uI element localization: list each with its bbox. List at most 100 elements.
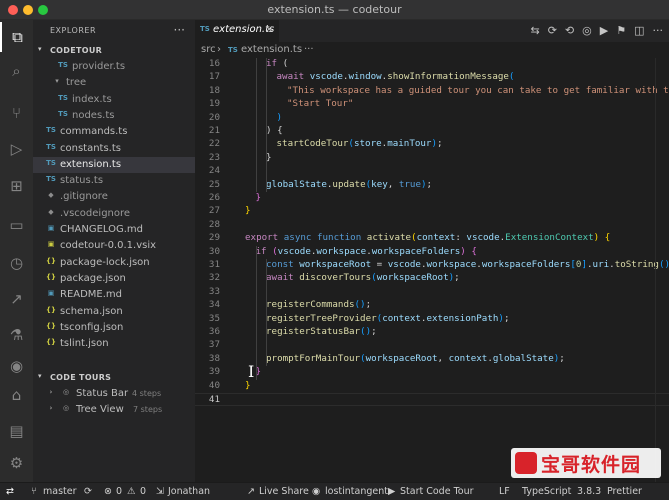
breadcrumb-folder[interactable]: src: [201, 44, 216, 55]
source-control-icon[interactable]: ⑂: [0, 98, 33, 128]
code-token: store: [353, 138, 382, 150]
workspace-section-header[interactable]: ▾ CODETOUR: [33, 43, 195, 59]
file-type-icon: TS: [58, 109, 68, 118]
code-text: }: [245, 380, 251, 391]
test-icon[interactable]: ⚗: [0, 320, 33, 350]
editor-action-icon[interactable]: ⇆: [530, 24, 539, 37]
code-token: window: [348, 71, 382, 83]
chevron-right-icon: ›: [49, 388, 53, 396]
code-token: mainTour: [387, 138, 432, 150]
code-line: 40}: [195, 380, 669, 393]
code-token: ExtensionContext: [505, 232, 594, 244]
code-token: vscode: [309, 71, 343, 83]
file-tree-item[interactable]: TS provider.ts: [33, 59, 195, 75]
file-tree-item[interactable]: TS status.ts: [33, 173, 195, 189]
tab-extension-ts[interactable]: TS extension.ts ×: [195, 20, 279, 42]
timeline-icon[interactable]: ◷: [0, 248, 33, 278]
notes-icon[interactable]: ▤: [0, 416, 33, 446]
github-icon[interactable]: ◉: [0, 351, 33, 381]
run-debug-icon[interactable]: ▷: [0, 134, 33, 164]
file-tree-item-label: README.md: [60, 289, 123, 301]
file-tree-item[interactable]: TS nodes.ts: [33, 108, 195, 124]
file-tree-item[interactable]: {} tsconfig.json: [33, 320, 195, 336]
code-token: promptForMainTour: [266, 352, 361, 364]
remote-icon[interactable]: ⇄: [6, 486, 14, 497]
typescript-version[interactable]: 3.8.3: [577, 486, 601, 497]
file-tree-item[interactable]: ▣ README.md: [33, 287, 195, 303]
editor-action-icon[interactable]: ▶: [600, 24, 608, 37]
author-name[interactable]: Jonathan: [168, 486, 210, 497]
remote-explorer-icon[interactable]: ▭: [0, 210, 33, 240]
code-token: vscode: [277, 245, 311, 257]
editor-action-icon[interactable]: ⚑: [616, 24, 626, 37]
errors-count[interactable]: 0: [116, 486, 122, 497]
file-tree-item[interactable]: TS commands.ts: [33, 124, 195, 140]
code-token: key: [371, 178, 388, 190]
line-number: 41: [208, 394, 220, 405]
code-token: }: [245, 205, 251, 217]
errors-icon: ⊗: [104, 486, 112, 497]
file-tree-item[interactable]: ▣ CHANGELOG.md: [33, 222, 195, 238]
code-line: 41: [195, 393, 669, 407]
code-text: export async function activate(context: …: [245, 232, 610, 243]
editor-action-icon[interactable]: ···: [653, 24, 664, 37]
codetour-icon[interactable]: ⌂: [0, 380, 33, 410]
breadcrumb-more[interactable]: ···: [304, 44, 314, 55]
breadcrumb-file[interactable]: extension.ts: [241, 44, 302, 55]
file-tree-item[interactable]: ▣ codetour-0.0.1.vsix: [33, 238, 195, 254]
editor-action-icon[interactable]: ◫: [634, 24, 644, 37]
extensions-icon[interactable]: ⊞: [0, 171, 33, 201]
live-share-icon[interactable]: ↗: [0, 284, 33, 314]
code-tour-item[interactable]: › ◎ Status Bar 4 steps: [33, 386, 195, 402]
editor-action-icon[interactable]: ◎: [582, 24, 592, 37]
overview-ruler-scrollbar[interactable]: [655, 58, 669, 482]
code-tour-item[interactable]: › ◎ Tree View 7 steps: [33, 402, 195, 418]
code-token: export: [245, 232, 279, 244]
search-icon[interactable]: ⌕: [0, 56, 33, 86]
accounts-icon[interactable]: ⚙: [0, 448, 33, 478]
sync-icon[interactable]: ⟳: [84, 486, 92, 497]
code-line: 39}: [195, 366, 669, 379]
warnings-count[interactable]: 0: [140, 486, 146, 497]
file-tree-item-label: .gitignore: [60, 191, 108, 203]
editor-action-icon[interactable]: ⟲: [565, 24, 574, 37]
file-tree-item[interactable]: {} package.json: [33, 271, 195, 287]
code-token: uri: [592, 259, 610, 270]
code-text: registerTreeProvider(context.extensionPa…: [266, 313, 509, 324]
indent-guide: [266, 58, 267, 192]
file-tree-item[interactable]: {} package-lock.json: [33, 255, 195, 271]
file-tree-item[interactable]: {} tslint.json: [33, 336, 195, 352]
code-editor[interactable]: 16 if (17 await vscode.window.showInformat…: [195, 58, 669, 482]
file-tree-item[interactable]: TS extension.ts: [33, 156, 195, 173]
file-tree-item[interactable]: ◆ .gitignore: [33, 189, 195, 205]
indent-guide: [266, 259, 267, 367]
formatter-status[interactable]: Prettier: [607, 486, 642, 497]
code-token: ;: [437, 138, 443, 150]
mouse-cursor: I: [248, 362, 255, 381]
line-number: 16: [208, 58, 220, 69]
indent-guide: [255, 245, 257, 380]
file-tree-item[interactable]: TS index.ts: [33, 92, 195, 108]
explorer-icon[interactable]: ⧉: [0, 22, 33, 52]
code-tours-section-header[interactable]: ▾ CODE TOURS: [33, 370, 195, 386]
more-actions-icon[interactable]: ···: [174, 23, 185, 37]
file-tree-item[interactable]: TS constants.ts: [33, 141, 195, 157]
account-name[interactable]: lostintangent: [325, 486, 388, 497]
code-token: workspace: [316, 245, 367, 257]
live-share-button[interactable]: Live Share: [259, 486, 309, 497]
editor-action-icon[interactable]: ⟳: [548, 24, 557, 37]
end-of-line[interactable]: LF: [499, 486, 510, 497]
language-mode[interactable]: TypeScript: [522, 486, 571, 497]
file-tree-item[interactable]: ▾ tree: [33, 75, 195, 91]
code-line: 27}: [195, 205, 669, 218]
close-tab-icon[interactable]: ×: [265, 24, 273, 35]
line-number: 37: [208, 339, 220, 351]
branch-name[interactable]: master: [43, 486, 77, 497]
file-tree-item[interactable]: ◆ .vscodeignore: [33, 206, 195, 222]
code-text: if (vscode.workspace.workspaceFolders) {: [256, 246, 477, 257]
start-code-tour-button[interactable]: Start Code Tour: [400, 486, 474, 497]
file-tree-item[interactable]: {} schema.json: [33, 304, 195, 320]
code-token: registerCommands: [266, 299, 355, 311]
code-token: globalState: [266, 178, 327, 190]
tour-location-icon: ◎: [62, 388, 70, 396]
